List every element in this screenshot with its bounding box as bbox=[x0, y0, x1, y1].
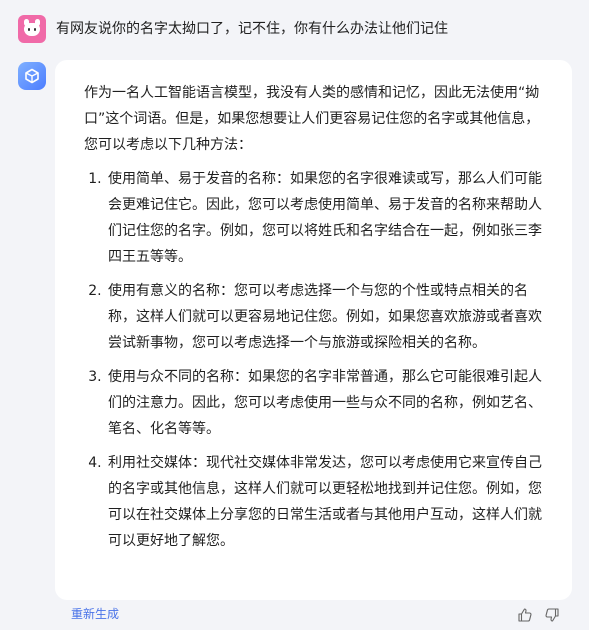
answer-intro: 作为一名人工智能语言模型，我没有人类的感情和记忆，因此无法使用“拗口”这个词语。… bbox=[84, 85, 540, 153]
user-question: 有网友说你的名字太拗口了，记不住，你有什么办法让他们记住 bbox=[56, 21, 448, 37]
bot-answer-card: 作为一名人工智能语言模型，我没有人类的感情和记忆，因此无法使用“拗口”这个词语。… bbox=[55, 60, 572, 600]
tip-item: 使用有意义的名称：您可以考虑选择一个与您的个性或特点相关的名称，这样人们就可以更… bbox=[106, 278, 548, 356]
user-message: 有网友说你的名字太拗口了，记不住，你有什么办法让他们记住 bbox=[18, 15, 448, 43]
regenerate-button[interactable]: 重新生成 bbox=[71, 606, 119, 622]
tip-item: 使用与众不同的名称：如果您的名字非常普通，那么它可能很难引起人们的注意力。因此，… bbox=[106, 364, 548, 442]
cube-logo-icon bbox=[18, 62, 46, 90]
thumbs-down-icon[interactable] bbox=[544, 607, 560, 623]
tips-list: 使用简单、易于发音的名称：如果您的名字很难读或写，那么人们可能会更难记住它。因此… bbox=[84, 166, 548, 554]
pig-avatar-icon bbox=[18, 15, 46, 43]
tip-item: 利用社交媒体：现代社交媒体非常发达，您可以考虑使用它来宣传自己的名字或其他信息，… bbox=[106, 450, 548, 554]
answer-footer: 重新生成 bbox=[0, 603, 589, 630]
tip-item: 使用简单、易于发音的名称：如果您的名字很难读或写，那么人们可能会更难记住它。因此… bbox=[106, 166, 548, 270]
thumbs-up-icon[interactable] bbox=[517, 607, 533, 623]
